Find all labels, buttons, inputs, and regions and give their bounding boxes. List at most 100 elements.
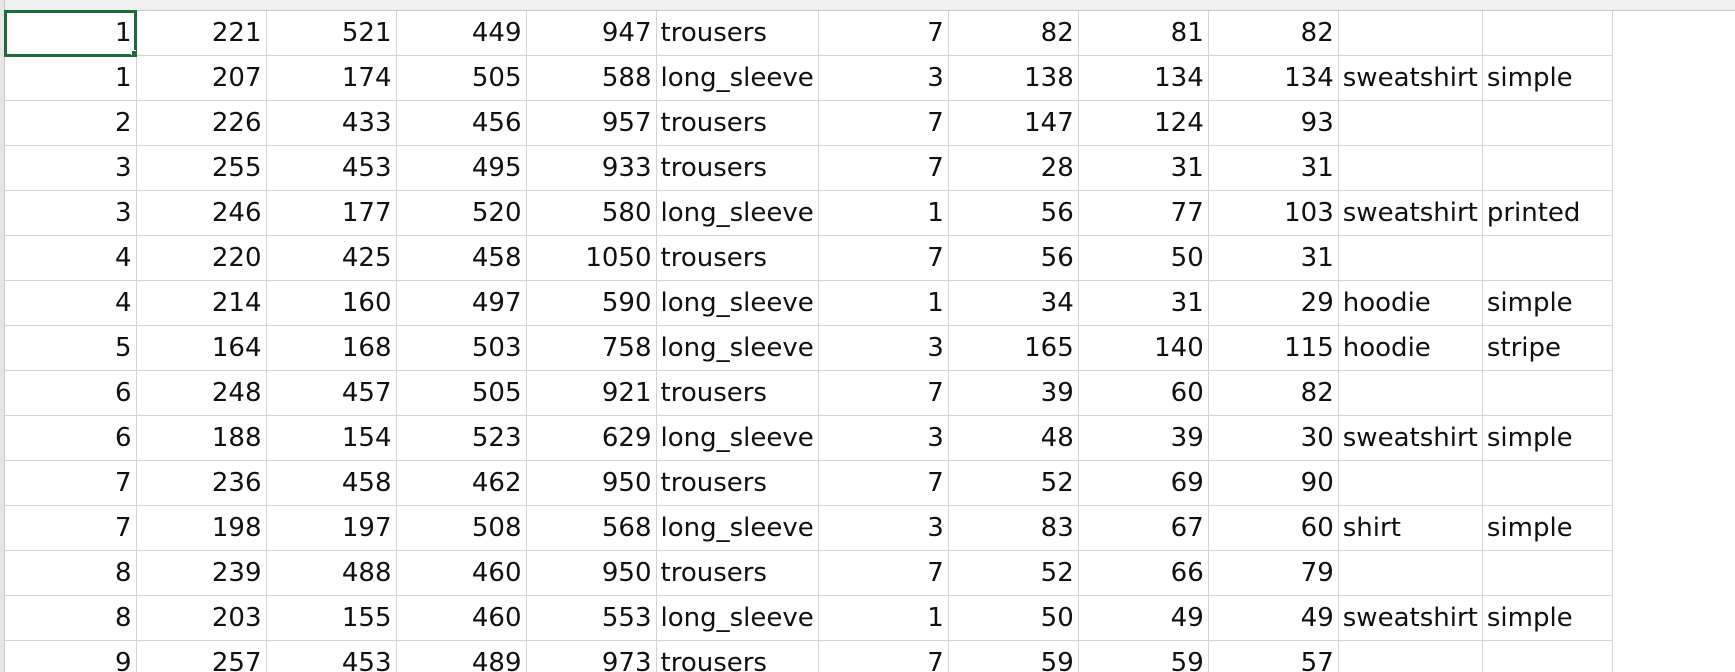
cell[interactable]: 83 — [948, 505, 1079, 551]
cell[interactable]: 933 — [526, 145, 657, 191]
cell[interactable]: 489 — [396, 640, 527, 672]
cell[interactable]: 30 — [1208, 415, 1339, 461]
cell[interactable]: 7 — [818, 235, 949, 281]
cell[interactable]: 255 — [136, 145, 267, 191]
cell[interactable]: 103 — [1208, 190, 1339, 236]
cell[interactable]: 7 — [818, 145, 949, 191]
cell[interactable]: simple — [1482, 415, 1613, 461]
cell[interactable]: trousers — [656, 460, 819, 506]
cell[interactable]: 1 — [818, 280, 949, 326]
cell[interactable]: 425 — [266, 235, 397, 281]
cell[interactable]: 3 — [5, 145, 137, 191]
cell[interactable]: 950 — [526, 460, 657, 506]
cell[interactable]: 115 — [1208, 325, 1339, 371]
cell[interactable]: 950 — [526, 550, 657, 596]
cell[interactable]: 758 — [526, 325, 657, 371]
cell[interactable]: 31 — [1078, 145, 1209, 191]
cell[interactable]: 3 — [5, 190, 137, 236]
cell[interactable]: simple — [1482, 505, 1613, 551]
cell[interactable]: 49 — [1208, 595, 1339, 641]
cell[interactable]: 495 — [396, 145, 527, 191]
cell[interactable]: 56 — [948, 235, 1079, 281]
cell[interactable]: 197 — [266, 505, 397, 551]
cell[interactable]: 505 — [396, 55, 527, 101]
cell[interactable]: 9 — [5, 640, 137, 672]
cell[interactable]: 164 — [136, 325, 267, 371]
cell[interactable]: 458 — [396, 235, 527, 281]
cell[interactable]: 257 — [136, 640, 267, 672]
cell[interactable]: trousers — [656, 235, 819, 281]
cell[interactable]: 34 — [948, 280, 1079, 326]
cell[interactable]: 568 — [526, 505, 657, 551]
cell[interactable]: 177 — [266, 190, 397, 236]
cell[interactable] — [1338, 100, 1483, 146]
cell[interactable]: 553 — [526, 595, 657, 641]
cell[interactable]: 3 — [818, 325, 949, 371]
cell[interactable]: 7 — [818, 550, 949, 596]
cell[interactable] — [1338, 640, 1483, 672]
cell[interactable]: 134 — [1078, 55, 1209, 101]
cell[interactable] — [1482, 145, 1613, 191]
cell[interactable]: 69 — [1078, 460, 1209, 506]
cell[interactable]: 460 — [396, 595, 527, 641]
cell[interactable]: 973 — [526, 640, 657, 672]
cell[interactable]: 134 — [1208, 55, 1339, 101]
cell[interactable]: trousers — [656, 370, 819, 416]
cell[interactable]: 79 — [1208, 550, 1339, 596]
cell[interactable]: 248 — [136, 370, 267, 416]
cell[interactable]: 520 — [396, 190, 527, 236]
cell[interactable]: 155 — [266, 595, 397, 641]
cell[interactable]: sweatshirt — [1338, 595, 1483, 641]
cell[interactable]: 7 — [818, 640, 949, 672]
cell[interactable]: 77 — [1078, 190, 1209, 236]
cell[interactable]: 49 — [1078, 595, 1209, 641]
cell[interactable]: trousers — [656, 100, 819, 146]
cell[interactable]: simple — [1482, 280, 1613, 326]
cell[interactable]: 198 — [136, 505, 267, 551]
cell[interactable] — [1482, 370, 1613, 416]
cell[interactable]: 39 — [948, 370, 1079, 416]
cell[interactable]: 1050 — [526, 235, 657, 281]
cell[interactable]: 8 — [5, 595, 137, 641]
cell[interactable] — [1338, 145, 1483, 191]
cell[interactable]: 39 — [1078, 415, 1209, 461]
cell[interactable]: 82 — [948, 11, 1079, 56]
cell[interactable]: 221 — [136, 11, 267, 56]
column-header-strip[interactable] — [0, 0, 1735, 11]
cell[interactable]: 50 — [1078, 235, 1209, 281]
cell[interactable]: 28 — [948, 145, 1079, 191]
cell[interactable]: 460 — [396, 550, 527, 596]
cell[interactable]: 31 — [1208, 235, 1339, 281]
cell[interactable]: trousers — [656, 640, 819, 672]
cell[interactable]: 462 — [396, 460, 527, 506]
cell[interactable]: 7 — [818, 100, 949, 146]
cell[interactable]: 124 — [1078, 100, 1209, 146]
cell[interactable]: 59 — [948, 640, 1079, 672]
cell[interactable]: 239 — [136, 550, 267, 596]
cell[interactable]: long_sleeve — [656, 280, 819, 326]
cell[interactable]: long_sleeve — [656, 190, 819, 236]
cell[interactable]: sweatshirt — [1338, 415, 1483, 461]
cell[interactable]: 2 — [5, 100, 137, 146]
cell[interactable] — [1482, 460, 1613, 506]
cell[interactable]: printed — [1482, 190, 1613, 236]
cell[interactable]: sweatshirt — [1338, 55, 1483, 101]
cell[interactable]: 4 — [5, 235, 137, 281]
cell[interactable]: shirt — [1338, 505, 1483, 551]
active-cell[interactable]: 1 — [4, 10, 137, 57]
cell[interactable]: long_sleeve — [656, 415, 819, 461]
cell[interactable]: long_sleeve — [656, 55, 819, 101]
cell[interactable]: 921 — [526, 370, 657, 416]
cell[interactable]: 523 — [396, 415, 527, 461]
cell[interactable]: 31 — [1208, 145, 1339, 191]
cell[interactable]: 457 — [266, 370, 397, 416]
cell[interactable]: 236 — [136, 460, 267, 506]
cell[interactable]: 588 — [526, 55, 657, 101]
cell[interactable] — [1338, 235, 1483, 281]
cell[interactable]: 629 — [526, 415, 657, 461]
cell[interactable]: 590 — [526, 280, 657, 326]
cell[interactable]: 93 — [1208, 100, 1339, 146]
cell[interactable] — [1338, 370, 1483, 416]
cell[interactable]: 7 — [5, 460, 137, 506]
cell[interactable]: 5 — [5, 325, 137, 371]
